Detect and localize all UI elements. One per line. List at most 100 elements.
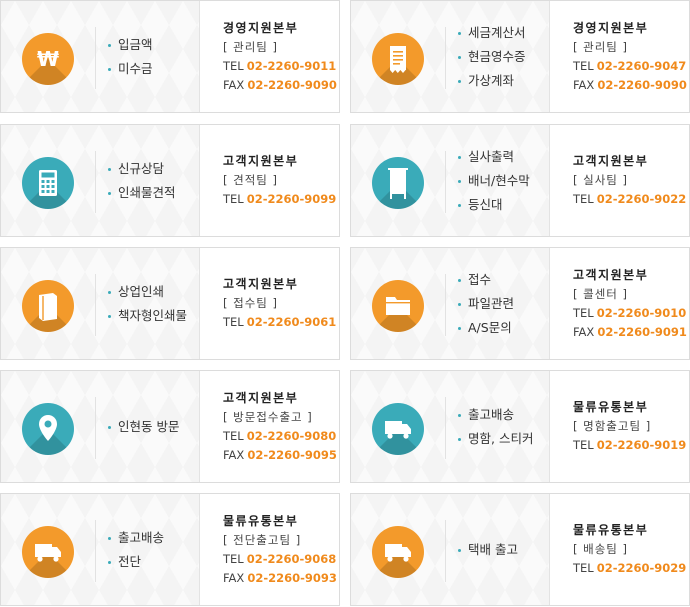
service-item: 명함, 스티커 <box>458 427 533 451</box>
tel-line-label: TEL <box>573 58 594 73</box>
department-name: 물류유통본부 <box>573 523 649 537</box>
service-item: 출고배송 <box>458 403 533 427</box>
tel-line-number[interactable]: 02-2260-9099 <box>247 192 337 206</box>
service-item: 상업인쇄 <box>108 280 187 304</box>
tel-line: TEL 02-2260-9080 <box>223 427 337 446</box>
tel-line: TEL 02-2260-9047 <box>573 57 687 76</box>
tel-line-number[interactable]: 02-2260-9068 <box>247 552 337 566</box>
contact-card: 출고배송 명함, 스티커 물류유통본부 [ 명함출고팀 ] TEL 02-2260-901… <box>350 370 690 483</box>
tel-line: TEL 02-2260-9011 <box>223 57 337 76</box>
fax-line-number[interactable]: 02-2260-9090 <box>597 78 687 92</box>
service-list: 신규상담 인쇄물견적 <box>108 125 176 236</box>
service-item: 세금계산서 <box>458 21 526 45</box>
tel-line-label: TEL <box>223 192 244 206</box>
divider <box>445 151 446 213</box>
divider <box>445 520 446 582</box>
divider <box>445 27 446 89</box>
tel-line-number[interactable]: 02-2260-9019 <box>597 438 687 452</box>
tel-line-label: TEL <box>573 305 594 320</box>
department-name: 물류유통본부 <box>573 400 649 414</box>
tel-line-label: TEL <box>223 551 244 566</box>
department-name: 고객지원본부 <box>223 154 299 168</box>
tel-line-number[interactable]: 02-2260-9061 <box>247 315 337 329</box>
tel-line-number[interactable]: 02-2260-9022 <box>597 192 687 206</box>
fax-line: FAX 02-2260-9090 <box>573 76 687 95</box>
fax-line-number[interactable]: 02-2260-9093 <box>247 571 337 585</box>
tel-line: TEL 02-2260-9099 <box>223 190 336 209</box>
department-name: 고객지원본부 <box>223 390 299 405</box>
contact-card: 출고배송 전단 물류유통본부[ 전단출고팀 ] TEL 02-2260-9068 FAX 0… <box>0 493 340 606</box>
divider <box>445 274 446 336</box>
calculator-icon <box>22 157 74 209</box>
service-item: 택배 출고 <box>458 538 518 562</box>
divider <box>95 27 96 89</box>
contact-card: 실사출력 배너/현수막 등신대 고객지원본부 [ 실사팀 ] TEL 02-2260-902… <box>350 124 690 237</box>
team-name: [ 콜센터 ] <box>573 286 629 301</box>
service-list: 택배 출고 <box>458 494 518 605</box>
divider <box>445 397 446 459</box>
service-item: 신규상담 <box>108 157 176 181</box>
fax-line: FAX 02-2260-9091 <box>573 323 687 342</box>
receipt-icon <box>372 33 424 85</box>
tel-line-label: TEL <box>573 192 594 206</box>
service-item: A/S문의 <box>458 316 514 340</box>
contact-card: 택배 출고 물류유통본부 [ 배송팀 ] TEL 02-2260-9029 <box>350 493 690 606</box>
team-name: [ 배송팀 ] <box>573 542 629 556</box>
fax-line-number[interactable]: 02-2260-9090 <box>247 78 337 92</box>
service-item: 미수금 <box>108 57 153 81</box>
fax-line-number[interactable]: 02-2260-9095 <box>247 448 337 462</box>
service-item: 입금액 <box>108 33 153 57</box>
tel-line-number[interactable]: 02-2260-9080 <box>247 429 337 443</box>
contact-info: 고객지원본부 [ 접수팀 ] TEL 02-2260-9061 <box>223 248 336 359</box>
team-name: [ 방문접수출고 ] <box>223 409 313 424</box>
divider <box>95 520 96 582</box>
fax-line-label: FAX <box>223 447 245 462</box>
contact-card: 세금계산서 현금영수증 가상계좌 경영지원본부 [ 관리팀 ] TEL 02-2260-90… <box>350 0 690 113</box>
tel-line-label: TEL <box>223 315 244 329</box>
department-name: 고객지원본부 <box>573 267 649 282</box>
contact-info: 고객지원본부 [ 방문접수출고 ] TEL 02-2260-9080 FAX 02-226… <box>223 371 337 482</box>
team-name: [ 실사팀 ] <box>573 173 629 187</box>
service-list: 접수 파일관련 A/S문의 <box>458 248 514 359</box>
fax-line-number[interactable]: 02-2260-9091 <box>597 325 687 339</box>
fax-line-label: FAX <box>573 324 595 339</box>
fax-line-label: FAX <box>223 77 245 92</box>
truck-icon <box>372 526 424 578</box>
service-item: 파일관련 <box>458 292 514 316</box>
department-name: 경영지원본부 <box>223 20 299 35</box>
divider <box>95 397 96 459</box>
service-list: 인현동 방문 <box>108 371 179 482</box>
divider <box>95 274 96 336</box>
department-name: 고객지원본부 <box>573 154 649 168</box>
tel-line: TEL 02-2260-9019 <box>573 436 686 455</box>
fax-line-label: FAX <box>223 570 245 585</box>
contact-card: 상업인쇄 책자형인쇄물 고객지원본부 [ 접수팀 ] TEL 02-2260-9061 <box>0 247 340 360</box>
tel-line-number[interactable]: 02-2260-9010 <box>597 306 687 320</box>
tel-line-number[interactable]: 02-2260-9029 <box>597 561 687 575</box>
tel-line: TEL 02-2260-9022 <box>573 190 686 209</box>
tel-line: TEL 02-2260-9029 <box>573 559 686 578</box>
tel-line: TEL 02-2260-9068 <box>223 550 337 569</box>
service-list: 세금계산서 현금영수증 가상계좌 <box>458 1 526 112</box>
service-list: 실사출력 배너/현수막 등신대 <box>458 125 530 236</box>
service-item: 실사출력 <box>458 145 530 169</box>
contact-card: 신규상담 인쇄물견적 고객지원본부 [ 견적팀 ] TEL 02-2260-9099 <box>0 124 340 237</box>
contact-info: 고객지원본부[ 콜센터 ] TEL 02-2260-9010 FAX 02-2260-9… <box>573 248 687 359</box>
won-icon: ₩ <box>22 33 74 85</box>
fax-line: FAX 02-2260-9095 <box>223 446 337 465</box>
service-list: 상업인쇄 책자형인쇄물 <box>108 248 187 359</box>
service-item: 가상계좌 <box>458 69 526 93</box>
tel-line: TEL 02-2260-9010 <box>573 304 687 323</box>
tel-line-number[interactable]: 02-2260-9047 <box>597 59 687 73</box>
team-name: [ 견적팀 ] <box>223 173 279 187</box>
truck-icon <box>372 403 424 455</box>
service-list: 출고배송 전단 <box>108 494 164 605</box>
contact-info: 물류유통본부[ 전단출고팀 ] TEL 02-2260-9068 FAX 02-2260… <box>223 494 337 605</box>
service-item: 책자형인쇄물 <box>108 304 187 328</box>
contact-info: 물류유통본부 [ 배송팀 ] TEL 02-2260-9029 <box>573 494 686 605</box>
fax-line: FAX 02-2260-9093 <box>223 569 337 588</box>
fax-line: FAX 02-2260-9090 <box>223 76 337 95</box>
tel-line-number[interactable]: 02-2260-9011 <box>247 59 337 73</box>
department-name: 경영지원본부 <box>573 20 649 35</box>
team-name: [ 명함출고팀 ] <box>573 419 652 433</box>
